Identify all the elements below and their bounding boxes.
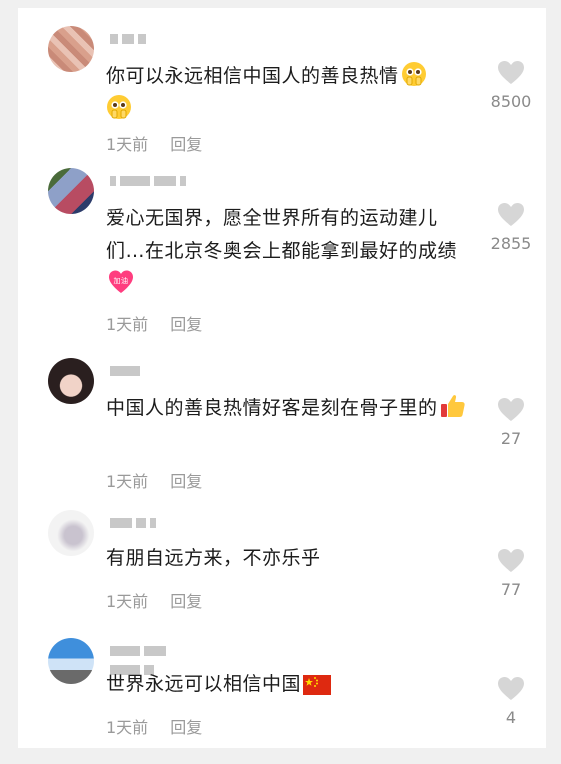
- china-flag-emoji: [303, 673, 332, 699]
- avatar[interactable]: [48, 510, 94, 556]
- comment-time: 1天前: [106, 472, 149, 491]
- heart-icon[interactable]: [497, 676, 525, 702]
- jiayou-sticker: 加油: [108, 269, 134, 295]
- comment-text: 爱心无国界，愿全世界所有的运动建儿们…在北京冬奥会上都能拿到最好的成绩: [106, 207, 458, 262]
- like-count: 4: [505, 708, 517, 727]
- comment-time: 1天前: [106, 135, 149, 154]
- like-button[interactable]: 4: [488, 676, 534, 727]
- heart-icon[interactable]: [497, 548, 525, 574]
- avatar[interactable]: [48, 26, 94, 72]
- reply-button[interactable]: 回复: [170, 315, 202, 334]
- comment-text: 中国人的善良热情好客是刻在骨子里的: [106, 397, 438, 419]
- comment-text: 你可以永远相信中国人的善良热情: [106, 65, 399, 87]
- comment-meta: 1天前 回复: [106, 714, 224, 738]
- comment-meta: 1天前 回复: [106, 311, 224, 335]
- like-count: 2855: [490, 234, 532, 253]
- avatar[interactable]: [48, 168, 94, 214]
- comment-meta: 1天前 回复: [106, 131, 224, 155]
- thumbs-up-emoji: [440, 393, 466, 419]
- heart-icon[interactable]: [497, 397, 525, 423]
- comment-text-block: 中国人的善良热情好客是刻在骨子里的: [106, 392, 468, 425]
- like-count: 8500: [490, 92, 532, 111]
- comment-text-block: 世界永远可以相信中国: [106, 668, 468, 701]
- like-count: 77: [500, 580, 522, 599]
- username-blurred[interactable]: [110, 646, 200, 675]
- comment-meta: 1天前 回复: [106, 588, 224, 612]
- reply-button[interactable]: 回复: [170, 592, 202, 611]
- username-blurred[interactable]: [110, 34, 200, 46]
- comment-meta: 1天前 回复: [106, 468, 224, 492]
- username-blurred[interactable]: [110, 366, 200, 378]
- avatar[interactable]: [48, 638, 94, 684]
- username-blurred[interactable]: [110, 518, 200, 530]
- comment-text: 世界永远可以相信中国: [106, 673, 302, 695]
- comment-text-block: 有朋自远方来，不亦乐乎: [106, 542, 468, 575]
- comment-time: 1天前: [106, 718, 149, 737]
- username-blurred[interactable]: [110, 176, 200, 188]
- like-button[interactable]: 8500: [488, 60, 534, 111]
- heart-icon[interactable]: [497, 202, 525, 228]
- like-button[interactable]: 27: [488, 397, 534, 448]
- comment-text-block: 你可以永远相信中国人的善良热情: [106, 60, 468, 126]
- like-count: 27: [500, 429, 522, 448]
- comment-time: 1天前: [106, 592, 149, 611]
- comment-text: 有朋自远方来，不亦乐乎: [106, 547, 321, 569]
- like-button[interactable]: 77: [488, 548, 534, 599]
- reply-button[interactable]: 回复: [170, 718, 202, 737]
- pleading-face-emoji: [401, 61, 427, 87]
- reply-button[interactable]: 回复: [170, 135, 202, 154]
- comment-time: 1天前: [106, 315, 149, 334]
- comment-list: 你可以永远相信中国人的善良热情 1天前 回复 8500 爱心无国界，愿全世界所有的…: [18, 8, 546, 748]
- like-button[interactable]: 2855: [488, 202, 534, 253]
- comment-text-block: 爱心无国界，愿全世界所有的运动建儿们…在北京冬奥会上都能拿到最好的成绩加油: [106, 202, 468, 301]
- svg-text:加油: 加油: [114, 276, 129, 285]
- heart-icon[interactable]: [497, 60, 525, 86]
- pleading-face-emoji: [106, 94, 132, 120]
- reply-button[interactable]: 回复: [170, 472, 202, 491]
- avatar[interactable]: [48, 358, 94, 404]
